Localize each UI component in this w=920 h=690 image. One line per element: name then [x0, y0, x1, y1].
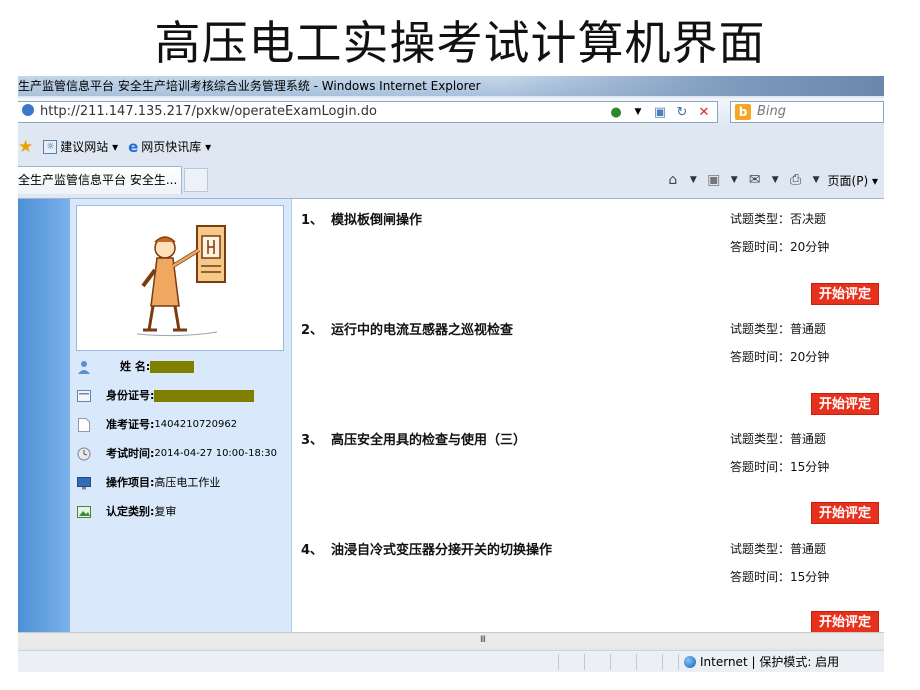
mail-icon[interactable]: ✉ — [746, 171, 764, 189]
question-type: 试题类型：普通题 — [730, 542, 827, 556]
address-bar: http://211.147.135.217/pxkw/operateExamL… — [18, 98, 884, 126]
ticket-label: 准考证号: — [106, 418, 155, 431]
address-tools: ● ▼ ▣ ↻ ✕ — [608, 101, 712, 123]
security-zone[interactable]: Internet | 保护模式: 启用 — [684, 651, 839, 672]
command-bar: ⌂ ▼ ▣ ▼ ✉ ▼ ⎙ ▼ 页面(P) ▾ — [664, 168, 878, 192]
slide-title: 高压电工实操考试计算机界面 — [154, 16, 766, 70]
search-input[interactable]: b Bing — [730, 101, 884, 123]
clock-icon — [76, 446, 92, 462]
question-time: 答题时间：15分钟 — [730, 570, 830, 584]
horizontal-scrollbar[interactable]: III — [18, 632, 884, 648]
question-type: 试题类型：普通题 — [730, 432, 827, 446]
category-value: 复审 — [154, 505, 177, 518]
ie-logo-icon: e — [128, 138, 139, 156]
feeds-icon[interactable]: ▣ — [705, 171, 723, 189]
question-time: 答题时间：20分钟 — [730, 350, 830, 364]
project-value: 高压电工作业 — [154, 476, 221, 489]
electrician-illustration — [136, 225, 226, 337]
project-label: 操作项目: — [106, 476, 155, 489]
favorites-star-icon[interactable]: ★ — [18, 134, 33, 160]
name-redacted — [150, 361, 195, 373]
candidate-category-row: 认定类别: 复审 — [76, 502, 176, 522]
favorite-web-slice-gallery[interactable]: e 网页快讯库 ▾ — [128, 134, 211, 160]
picture-icon — [76, 504, 92, 520]
compat-view-icon[interactable]: ▣ — [652, 104, 668, 120]
browser-window: 生产监管信息平台 安全生产培训考核综合业务管理系统 - Windows Inte… — [18, 76, 884, 672]
suggested-sites-icon: ☼ — [43, 140, 58, 154]
favorite-label: 网页快讯库 ▾ — [141, 140, 212, 154]
candidate-name-row: 姓 名: — [76, 357, 195, 377]
question-type: 试题类型：否决题 — [730, 212, 827, 226]
question-title: 3、 高压安全用具的检查与使用（三） — [301, 433, 527, 448]
category-label: 认定类别: — [106, 505, 155, 518]
favorites-bar: ★ ☼ 建议网站 ▾ e 网页快讯库 ▾ — [18, 134, 884, 160]
id-redacted — [154, 390, 255, 402]
question-time: 答题时间：20分钟 — [730, 240, 830, 254]
start-evaluation-button[interactable]: 开始评定 — [811, 283, 879, 305]
question-list: 1、 模拟板倒闸操作 试题类型：否决题 答题时间：20分钟 开始评定 2、 运行中的… — [293, 199, 884, 633]
tab-label: 全生产监管信息平台 安全生... — [18, 173, 178, 187]
search-placeholder: Bing — [757, 104, 787, 119]
time-value: 2014-04-27 10:00-18:30 — [154, 448, 277, 459]
time-label: 考试时间: — [106, 447, 155, 460]
candidate-cartoon-image — [76, 205, 284, 351]
document-icon — [76, 417, 92, 433]
start-evaluation-button[interactable]: 开始评定 — [811, 611, 879, 633]
candidate-id-row: 身份证号: — [76, 386, 255, 406]
question-title: 2、 运行中的电流互感器之巡视检查 — [301, 323, 514, 338]
question-type: 试题类型：普通题 — [730, 322, 827, 336]
print-icon[interactable]: ⎙ — [787, 171, 805, 189]
status-bar: Internet | 保护模式: 启用 — [18, 650, 884, 672]
question-time: 答题时间：15分钟 — [730, 460, 830, 474]
home-icon[interactable]: ⌂ — [664, 171, 682, 189]
dropdown-arrow-icon[interactable]: ▼ — [630, 104, 646, 120]
name-label: 姓 名: — [120, 360, 151, 373]
candidate-project-row: 操作项目: 高压电工作业 — [76, 473, 220, 493]
id-card-icon — [76, 388, 92, 404]
start-evaluation-button[interactable]: 开始评定 — [811, 502, 879, 524]
user-icon — [76, 359, 92, 375]
candidate-ticket-row: 准考证号: 1404210720962 — [76, 415, 237, 435]
address-url: http://211.147.135.217/pxkw/operateExamL… — [40, 104, 377, 119]
window-title: 生产监管信息平台 安全生产培训考核综合业务管理系统 - Windows Inte… — [18, 79, 481, 93]
favorite-suggested-sites[interactable]: ☼ 建议网站 ▾ — [43, 134, 118, 160]
page-menu[interactable]: 页面(P) ▾ — [828, 172, 878, 189]
page-content: 姓 名: 身份证号: 准考证号: 1404210720962 考试时间: 201… — [18, 198, 884, 633]
refresh-icon[interactable]: ↻ — [674, 104, 690, 120]
stop-icon[interactable]: ✕ — [696, 104, 712, 120]
left-decor-strip — [18, 199, 70, 633]
favorite-label: 建议网站 ▾ — [60, 140, 119, 154]
ticket-value: 1404210720962 — [154, 419, 238, 430]
zone-label: Internet | 保护模式: 启用 — [700, 655, 840, 669]
compatibility-icon[interactable]: ● — [608, 104, 624, 120]
page-icon — [22, 104, 34, 116]
monitor-icon — [76, 475, 92, 491]
start-evaluation-button[interactable]: 开始评定 — [811, 393, 879, 415]
question-title: 1、 模拟板倒闸操作 — [301, 213, 423, 228]
tab-current[interactable]: 全生产监管信息平台 安全生... — [18, 166, 182, 194]
scroll-grip-icon[interactable]: III — [480, 635, 486, 645]
tab-row: 全生产监管信息平台 安全生... ⌂ ▼ ▣ ▼ ✉ ▼ ⎙ ▼ 页面(P) ▾ — [18, 164, 884, 194]
id-label: 身份证号: — [106, 389, 155, 402]
window-titlebar: 生产监管信息平台 安全生产培训考核综合业务管理系统 - Windows Inte… — [18, 76, 884, 96]
bing-icon: b — [735, 104, 751, 120]
new-tab-button[interactable] — [184, 168, 208, 192]
candidate-panel: 姓 名: 身份证号: 准考证号: 1404210720962 考试时间: 201… — [70, 199, 292, 633]
question-title: 4、 油浸自冷式变压器分接开关的切换操作 — [301, 543, 553, 558]
candidate-time-row: 考试时间: 2014-04-27 10:00-18:30 — [76, 444, 277, 464]
globe-icon — [684, 656, 696, 668]
